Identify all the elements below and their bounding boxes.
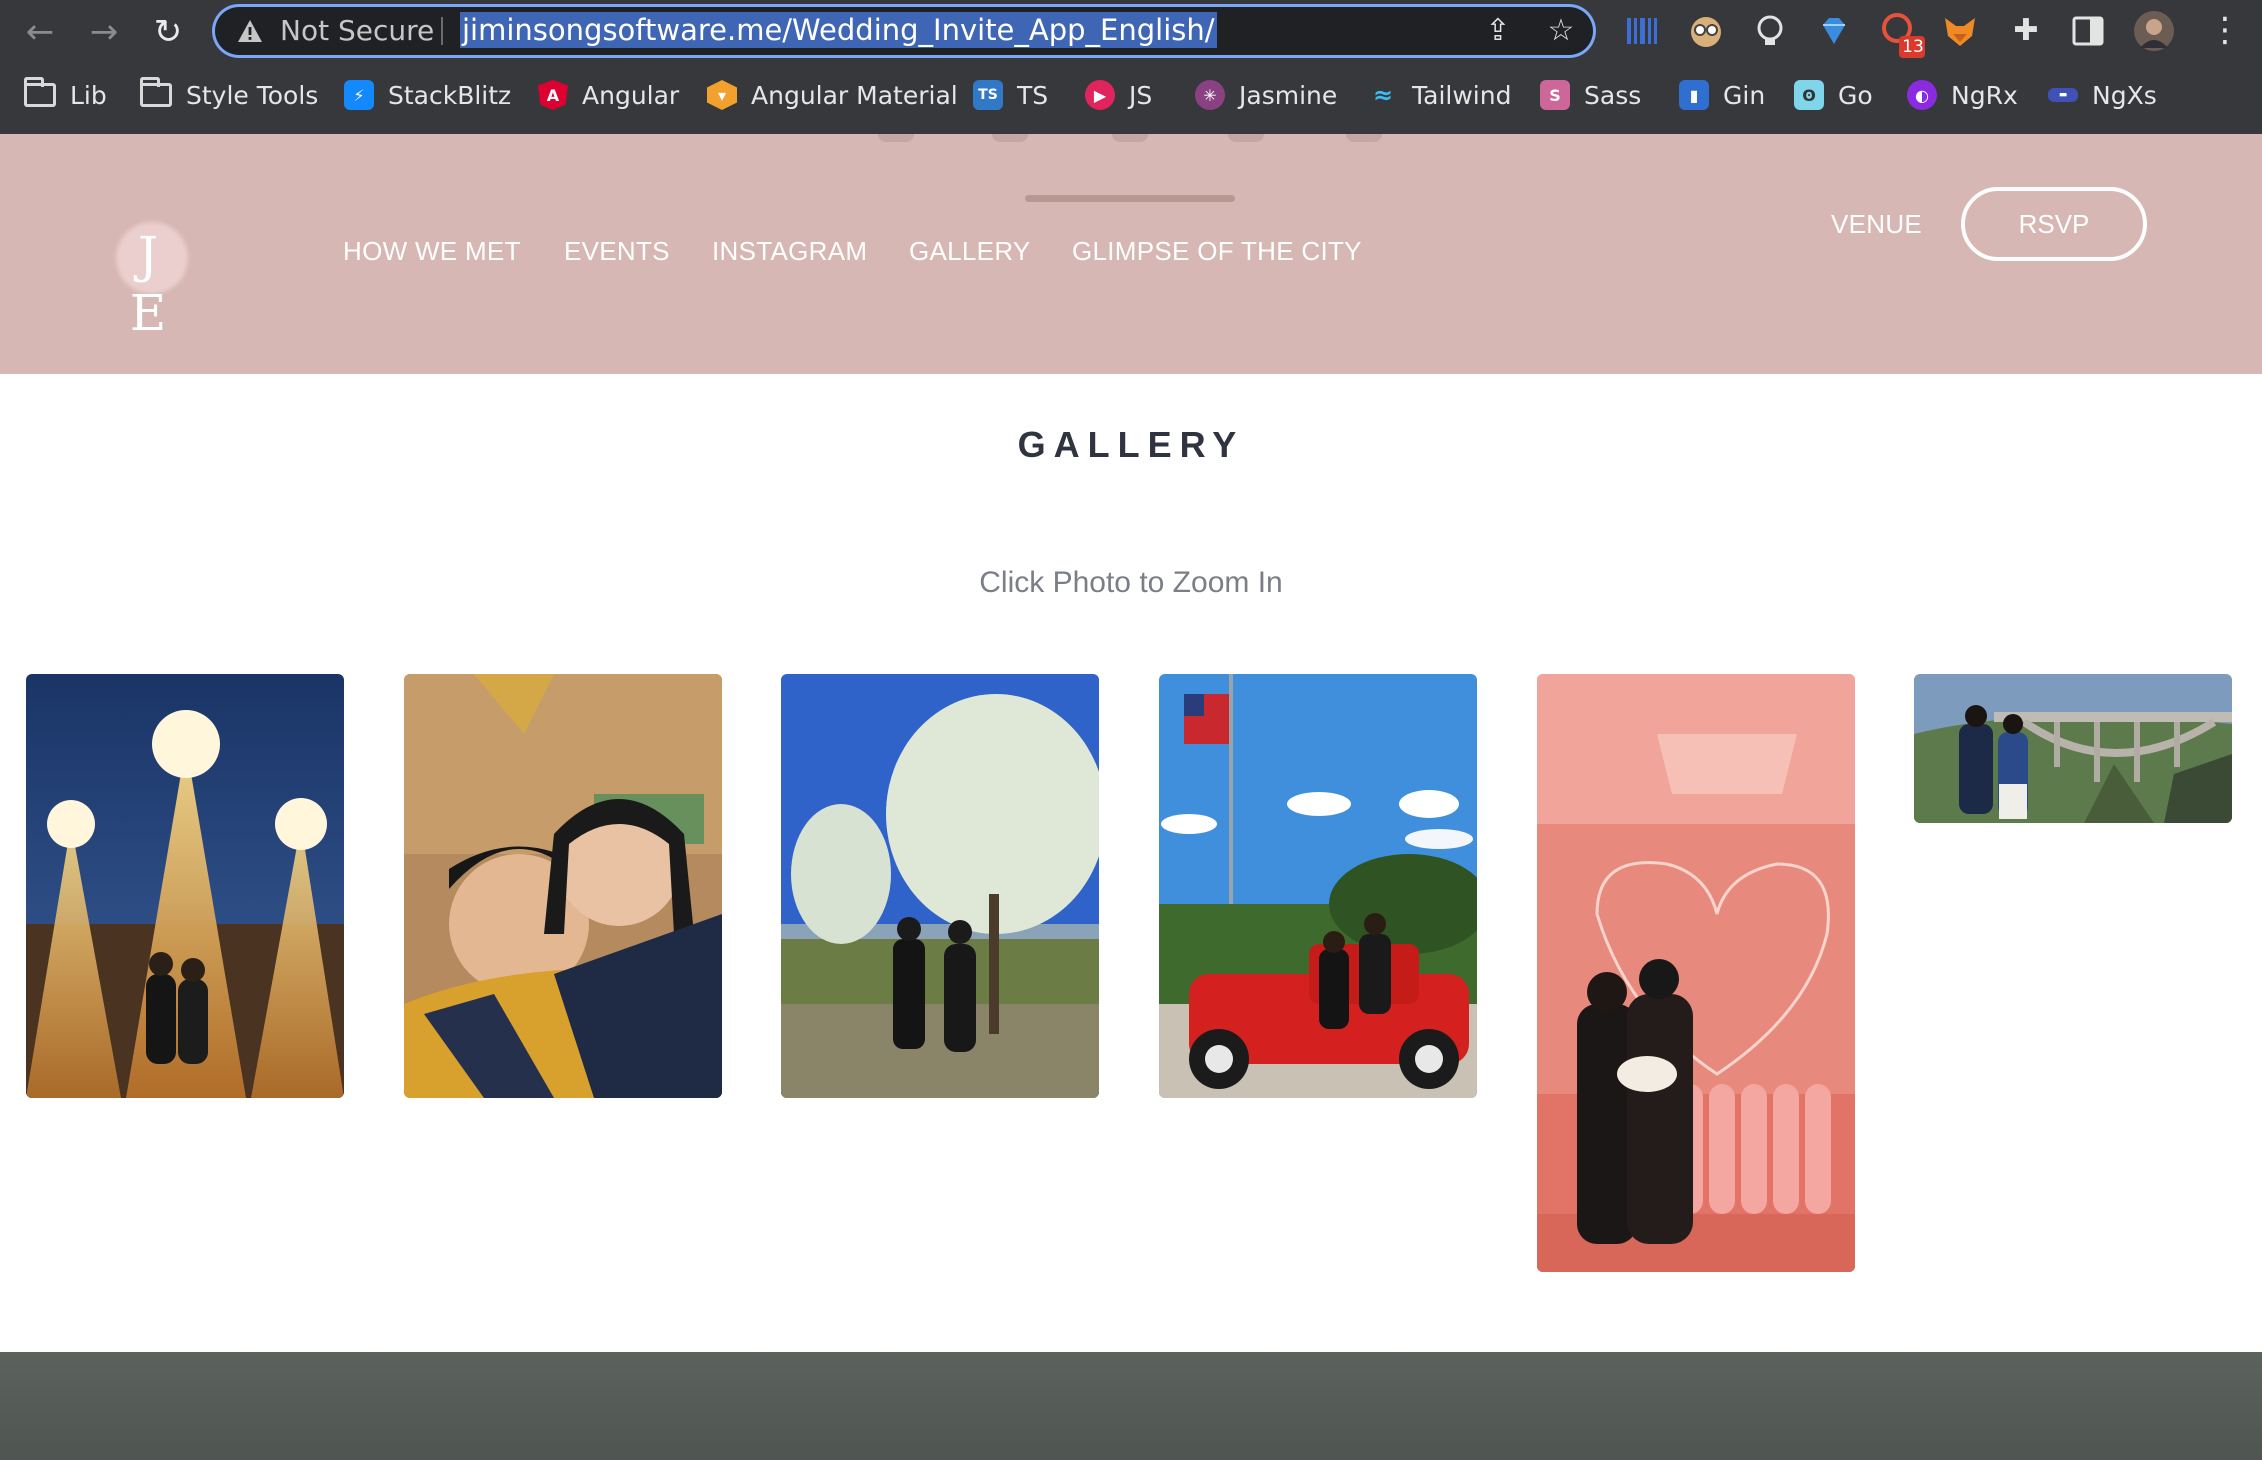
bookmark-label: StackBlitz (388, 80, 512, 110)
nav-events[interactable]: EVENTS (564, 234, 670, 268)
warning-triangle-icon[interactable] (236, 18, 264, 44)
url-text[interactable]: jiminsongsoftware.me/Wedding_Invite_App_… (460, 12, 1217, 48)
gallery-photo-5[interactable] (1537, 674, 1855, 1272)
bookmark-label: Lib (70, 80, 107, 110)
folder-icon (140, 77, 172, 107)
photo-christmas-trees-image (26, 674, 344, 1098)
browser-chrome: ← → ↻ Not Secure jiminsongsoftware.me/We… (0, 0, 2262, 134)
bookmark-label: Go (1838, 80, 1873, 110)
profile-avatar[interactable] (2133, 10, 2175, 52)
photo-selfie-image (404, 674, 722, 1098)
gin-icon: ▮ (1679, 80, 1709, 110)
angular-icon: A (538, 80, 568, 110)
bookmark-label: NgXs (2092, 80, 2157, 110)
bookmark-ngrx[interactable]: ◐ NgRx (1907, 76, 2018, 114)
page-footer-banner (0, 1352, 2262, 1460)
header-ghost-icon (1228, 134, 1264, 142)
reload-icon[interactable]: ↻ (148, 12, 188, 52)
header-ghost-icon (878, 134, 914, 142)
photo-red-truck-image (1159, 674, 1477, 1098)
bookmark-label: NgRx (1951, 80, 2018, 110)
extensions-puzzle-icon[interactable]: ✚ (2009, 14, 2043, 48)
gallery-photo-1[interactable] (26, 674, 344, 1098)
nav-instagram[interactable]: INSTAGRAM (712, 234, 867, 268)
bookmark-label: Gin (1723, 80, 1766, 110)
nav-glimpse-of-the-city[interactable]: GLIMPSE OF THE CITY (1072, 234, 1362, 268)
back-arrow-icon[interactable]: ← (20, 12, 60, 52)
bookmark-label: TS (1017, 80, 1049, 110)
ngxs-icon: ▬ (2048, 88, 2078, 102)
stackblitz-icon: ⚡ (344, 80, 374, 110)
bookmark-label: Jasmine (1239, 80, 1338, 110)
typescript-icon: TS (973, 80, 1003, 110)
gallery-photo-2[interactable] (404, 674, 722, 1098)
browser-menu-icon[interactable]: ⋮ (2208, 10, 2242, 50)
forward-arrow-icon[interactable]: → (84, 12, 124, 52)
bookmark-label: Angular Material (751, 80, 958, 110)
security-status-label[interactable]: Not Secure (280, 14, 434, 48)
bookmark-star-icon[interactable]: ☆ (1544, 14, 1578, 48)
gallery-photo-6[interactable] (1914, 674, 2232, 823)
extension-glasses-icon[interactable] (1687, 12, 1725, 50)
nav-venue[interactable]: VENUE (1831, 207, 1922, 241)
bookmark-gin[interactable]: ▮ Gin (1679, 76, 1765, 114)
logo-initials: J E (129, 226, 171, 342)
extension-diamond-icon[interactable] (1815, 12, 1853, 50)
nav-gallery[interactable]: GALLERY (909, 234, 1031, 268)
address-divider (441, 17, 443, 45)
bookmark-angular[interactable]: A Angular (538, 76, 679, 114)
bookmark-label: Angular (582, 80, 680, 110)
bookmark-lib[interactable]: Lib (24, 76, 107, 114)
bookmark-go[interactable]: ʘ Go (1794, 76, 1873, 114)
rsvp-button[interactable]: RSVP (1961, 187, 2147, 261)
extension-badge-count: 13 (1902, 37, 1924, 57)
site-logo[interactable]: J E (108, 214, 192, 342)
header-ghost-icon (1112, 134, 1148, 142)
jasmine-icon: ✳ (1195, 80, 1225, 110)
bookmark-js[interactable]: ▶ JS (1085, 76, 1152, 114)
bookmark-label: Style Tools (186, 80, 319, 110)
photo-bridge-image (1914, 674, 2232, 823)
extension-barcode-icon[interactable] (1623, 12, 1661, 50)
bookmark-sass[interactable]: S Sass (1540, 76, 1641, 114)
photo-blossom-tree-image (781, 674, 1099, 1098)
bookmark-label: Sass (1584, 80, 1642, 110)
go-icon: ʘ (1794, 80, 1824, 110)
extension-fox-icon[interactable] (1941, 12, 1979, 50)
ngrx-icon: ◐ (1907, 80, 1937, 110)
tailwind-icon: ≈ (1372, 81, 1394, 109)
sass-icon: S (1540, 80, 1570, 110)
bookmarks-bar: Lib Style Tools ⚡ StackBlitz A Angular ▾… (0, 68, 2262, 122)
header-ghost-icon (992, 134, 1028, 142)
gallery-title: GALLERY (1017, 424, 1245, 465)
javascript-icon: ▶ (1085, 80, 1115, 110)
gallery-photo-4[interactable] (1159, 674, 1477, 1098)
scroll-indicator (1025, 195, 1235, 202)
bookmark-angular-material[interactable]: ▾ Angular Material (707, 76, 958, 114)
photo-pink-heart-wall-image (1537, 674, 1855, 1272)
side-panel-icon[interactable] (2071, 14, 2105, 48)
angular-material-icon: ▾ (707, 80, 737, 110)
bookmark-label: Tailwind (1412, 80, 1512, 110)
extension-lightbulb-icon[interactable] (1751, 12, 1789, 50)
bookmark-label: JS (1129, 80, 1153, 110)
header-ghost-icon (1346, 134, 1382, 142)
gallery-photo-3[interactable] (781, 674, 1099, 1098)
bookmark-stackblitz[interactable]: ⚡ StackBlitz (344, 76, 511, 114)
gallery-subtitle: Click Photo to Zoom In (979, 566, 1283, 599)
bookmark-style-tools[interactable]: Style Tools (140, 76, 318, 114)
bookmark-jasmine[interactable]: ✳ Jasmine (1195, 76, 1337, 114)
share-icon[interactable]: ⇪ (1481, 14, 1515, 48)
bookmark-ts[interactable]: TS TS (973, 76, 1048, 114)
bookmark-tailwind[interactable]: ≈ Tailwind (1368, 76, 1512, 114)
bookmark-ngxs[interactable]: ▬ NgXs (2048, 76, 2157, 114)
nav-how-we-met[interactable]: HOW WE MET (343, 234, 521, 268)
folder-icon (24, 77, 56, 107)
